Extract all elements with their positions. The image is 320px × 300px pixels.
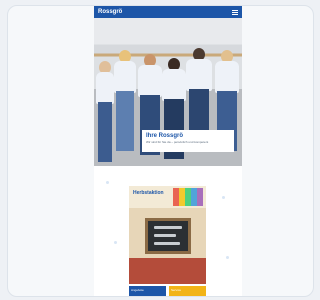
tile-offers[interactable]: Angebote <box>129 286 166 296</box>
top-navigation-bar: Rossgrö <box>94 6 242 18</box>
hero-caption-title: Ihre Rossgrö <box>146 133 184 139</box>
hamburger-menu-icon[interactable] <box>232 9 238 15</box>
preview-card: Rossgrö Ihre Rossgrö Wir sind für Sie da… <box>7 5 314 297</box>
mobile-page-preview: Rossgrö Ihre Rossgrö Wir sind für Sie da… <box>94 6 242 296</box>
decorative-dot <box>114 241 117 244</box>
hero-caption-box: Ihre Rossgrö Wir sind für Sie da – persö… <box>142 130 234 152</box>
color-swatches <box>173 188 203 206</box>
decorative-dot <box>106 181 109 184</box>
team-member <box>96 61 114 166</box>
promo-title: Herbstaktion <box>133 190 164 196</box>
hero-caption-subtitle: Wir sind für Sie da – persönlich und kom… <box>146 140 209 144</box>
team-member <box>114 50 136 166</box>
decorative-dot <box>222 196 225 199</box>
promo-image-chalkboard[interactable]: Herbstaktion <box>129 186 206 284</box>
chalkboard-sign <box>145 218 191 254</box>
promo-table <box>129 258 206 284</box>
decorative-dot <box>226 256 229 259</box>
tile-service[interactable]: Service <box>169 286 206 296</box>
promo-banner: Herbstaktion <box>129 186 206 208</box>
tile-row: Angebote Service <box>129 286 206 296</box>
hero-team-photo: Ihre Rossgrö Wir sind für Sie da – persö… <box>94 18 242 166</box>
brand-logo[interactable]: Rossgrö <box>98 9 122 15</box>
